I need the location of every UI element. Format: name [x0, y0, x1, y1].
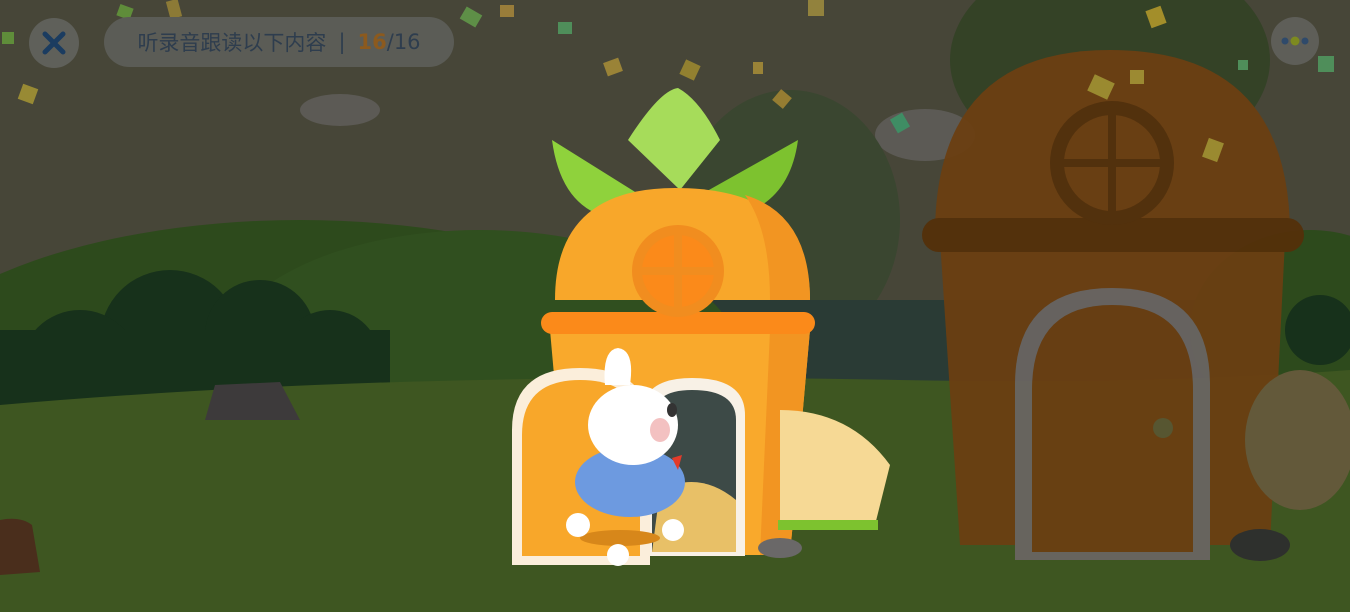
close-icon — [42, 31, 66, 55]
menu-button[interactable] — [1271, 17, 1319, 65]
scene-illustration — [0, 0, 1350, 612]
progress-total: /16 — [386, 30, 421, 54]
progress-current: 16 — [357, 30, 387, 54]
game-stage: 听录音跟读以下内容 | 16 /16 — [0, 0, 1350, 612]
instruction-banner: 听录音跟读以下内容 | 16 /16 — [104, 17, 454, 67]
menu-dots-icon — [1281, 36, 1309, 46]
instruction-text: 听录音跟读以下内容 — [137, 31, 327, 55]
close-button[interactable] — [29, 18, 79, 68]
instruction-separator: | — [338, 30, 346, 54]
